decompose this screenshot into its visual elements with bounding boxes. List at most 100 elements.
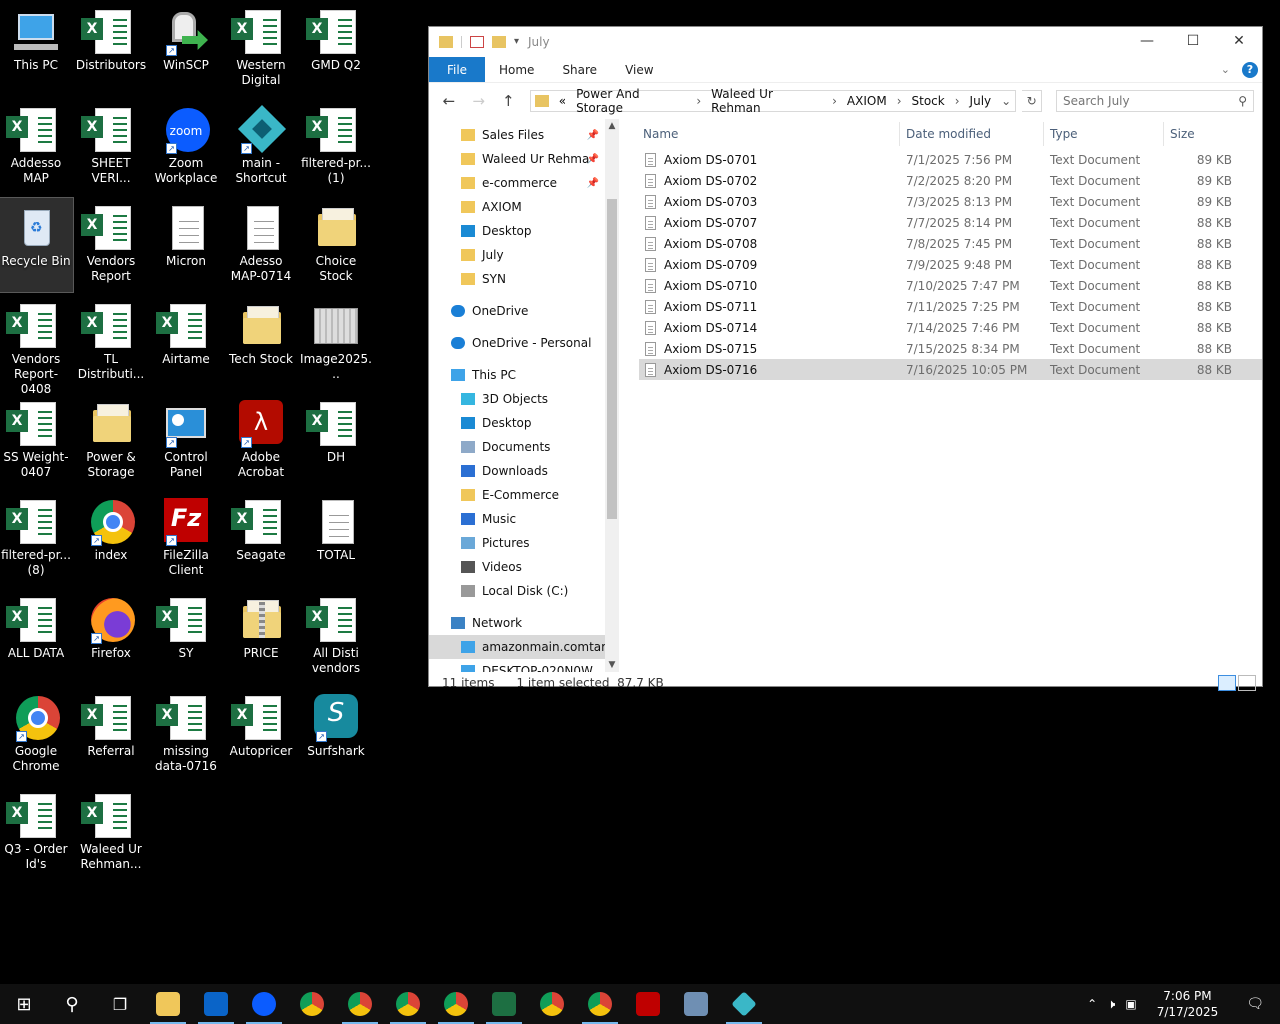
taskbar-chrome-icon[interactable]	[336, 984, 384, 1024]
breadcrumb-waleed-ur-rehman[interactable]: Waleed Ur Rehman	[711, 87, 822, 115]
nav-item[interactable]: DESKTOP-020N0W	[429, 659, 605, 672]
file-row[interactable]: Axiom DS-0711 7/11/2025 7:25 PM Text Docum…	[639, 296, 1262, 317]
address-bar[interactable]: « Power And Storage › Waleed Ur Rehman › AXI…	[530, 87, 1017, 115]
file-row[interactable]: Axiom DS-0702 7/2/2025 8:20 PM Text Docume…	[639, 170, 1262, 191]
nav-item[interactable]: Waleed Ur Rehma 📌	[429, 147, 605, 171]
taskbar-start-icon[interactable]: ⊞	[0, 984, 48, 1024]
desktop-icon-missing-data-0716[interactable]: Xmissing data-0716	[149, 688, 223, 782]
desktop-icon-micron[interactable]: Micron	[149, 198, 223, 292]
nav-item[interactable]: Sales Files 📌	[429, 123, 605, 147]
title-bar[interactable]: ▾ July — ☐ ✕	[429, 27, 1262, 57]
desktop-icon-image2025[interactable]: Image2025...	[299, 296, 373, 390]
scrollbar-thumb[interactable]	[607, 199, 617, 519]
desktop-icon-gmd-q2[interactable]: X GMD Q2	[299, 2, 373, 96]
desktop-icon-tech-stock[interactable]: Tech Stock	[224, 296, 298, 390]
desktop-icon-zoom-workplace[interactable]: zoom ↗ Zoom Workplace	[149, 100, 223, 194]
breadcrumb-overflow[interactable]: «	[559, 94, 566, 108]
taskbar-zoom-icon[interactable]	[240, 984, 288, 1024]
nav-item[interactable]: OneDrive - Personal	[429, 331, 605, 355]
taskbar-outlook-icon[interactable]	[192, 984, 240, 1024]
desktop-icon-referral[interactable]: X Referral	[74, 688, 148, 782]
desktop-icon-choice-stock[interactable]: Choice Stock	[299, 198, 373, 292]
file-row[interactable]: Axiom DS-0707 7/7/2025 8:14 PM Text Docume…	[639, 212, 1262, 233]
taskbar-excel-icon[interactable]	[480, 984, 528, 1024]
file-row[interactable]: Axiom DS-0716 7/16/2025 10:05 PM Text Docu…	[639, 359, 1262, 380]
volume-icon[interactable]: 🕨	[1107, 997, 1115, 1012]
desktop-icon-dh[interactable]: X DH	[299, 394, 373, 488]
desktop-icon-adobe-acrobat[interactable]: λ ↗ Adobe Acrobat	[224, 394, 298, 488]
nav-item[interactable]: SYN	[429, 267, 605, 291]
nav-item[interactable]: Network	[429, 611, 605, 635]
file-row[interactable]: Axiom DS-0714 7/14/2025 7:46 PM Text Docum…	[639, 317, 1262, 338]
properties-icon[interactable]	[470, 36, 484, 48]
desktop-icon-this-pc[interactable]: This PC	[0, 2, 73, 96]
desktop-icon-filezilla-client[interactable]: Fz ↗ FileZilla Client	[149, 492, 223, 586]
nav-item[interactable]: AXIOM	[429, 195, 605, 219]
file-row[interactable]: Axiom DS-0708 7/8/2025 7:45 PM Text Docume…	[639, 233, 1262, 254]
column-date-modified[interactable]: Date modified	[900, 122, 1044, 146]
breadcrumb-chevron-icon[interactable]: ›	[832, 94, 837, 108]
nav-item[interactable]: Local Disk (C:)	[429, 579, 605, 603]
desktop-icon-all-disti-vendors[interactable]: X All Disti vendors	[299, 590, 373, 684]
taskbar-filezilla-icon[interactable]	[624, 984, 672, 1024]
refresh-button[interactable]: ↻	[1022, 90, 1042, 112]
nav-item[interactable]: Desktop	[429, 219, 605, 243]
file-row[interactable]: Axiom DS-0703 7/3/2025 8:13 PM Text Docume…	[639, 191, 1262, 212]
close-button[interactable]: ✕	[1216, 27, 1262, 57]
back-button[interactable]: ←	[437, 92, 461, 110]
tab-home[interactable]: Home	[485, 57, 548, 82]
nav-item[interactable]: Desktop	[429, 411, 605, 435]
breadcrumb-stock[interactable]: Stock	[912, 94, 945, 108]
taskbar-search-icon[interactable]: ⚲	[48, 984, 96, 1024]
notifications-icon[interactable]: 🗨	[1238, 996, 1272, 1012]
taskbar-file-explorer-icon[interactable]	[144, 984, 192, 1024]
desktop-icon-index[interactable]: ↗ index	[74, 492, 148, 586]
taskbar-chrome-icon[interactable]	[432, 984, 480, 1024]
taskbar-chrome-icon[interactable]	[528, 984, 576, 1024]
desktop-icon-firefox[interactable]: ↗ Firefox	[74, 590, 148, 684]
taskbar-chrome-icon[interactable]	[288, 984, 336, 1024]
breadcrumb-power-and-storage[interactable]: Power And Storage	[576, 87, 686, 115]
desktop-icon-addesso-map[interactable]: X Addesso MAP	[0, 100, 73, 194]
taskbar-calculator-icon[interactable]	[672, 984, 720, 1024]
breadcrumb-chevron-icon[interactable]: ›	[696, 94, 701, 108]
taskbar-chrome-icon[interactable]	[384, 984, 432, 1024]
details-view-icon[interactable]	[1218, 675, 1236, 691]
nav-item[interactable]: e-commerce 📌	[429, 171, 605, 195]
nav-item[interactable]: 3D Objects	[429, 387, 605, 411]
new-folder-icon[interactable]	[492, 36, 506, 48]
address-dropdown-icon[interactable]: ⌄	[1001, 94, 1011, 108]
desktop-icon-filtered-pr-1[interactable]: Xfiltered-pr... (1)	[299, 100, 373, 194]
search-input[interactable]	[1063, 94, 1239, 108]
nav-item[interactable]: Music	[429, 507, 605, 531]
help-icon[interactable]: ?	[1242, 61, 1258, 78]
desktop-icon-waleed-ur-rehman[interactable]: X Waleed Ur Rehman...	[74, 786, 148, 880]
nav-item[interactable]: amazonmain.comtar	[429, 635, 605, 659]
show-hidden-icons-icon[interactable]: ⌃	[1087, 997, 1097, 1011]
desktop-icon-winscp[interactable]: ↗ WinSCP	[149, 2, 223, 96]
taskbar-task-view-icon[interactable]: ❐	[96, 984, 144, 1024]
desktop-icon-price[interactable]: PRICE	[224, 590, 298, 684]
desktop-icon-google-chrome[interactable]: ↗ Google Chrome	[0, 688, 73, 782]
minimize-button[interactable]: —	[1124, 27, 1170, 57]
column-name[interactable]: Name	[639, 122, 900, 146]
nav-item[interactable]: OneDrive	[429, 299, 605, 323]
file-row[interactable]: Axiom DS-0715 7/15/2025 8:34 PM Text Docum…	[639, 338, 1262, 359]
breadcrumb-july[interactable]: July	[970, 94, 992, 108]
desktop-icon-all-data[interactable]: X ALL DATA	[0, 590, 73, 684]
nav-item[interactable]: Pictures	[429, 531, 605, 555]
file-row[interactable]: Axiom DS-0701 7/1/2025 7:56 PM Text Docume…	[639, 149, 1262, 170]
desktop-icon-autopricer[interactable]: X Autopricer	[224, 688, 298, 782]
desktop-icon-seagate[interactable]: X Seagate	[224, 492, 298, 586]
desktop-icon-power-storage[interactable]: Power & Storage	[74, 394, 148, 488]
file-row[interactable]: Axiom DS-0709 7/9/2025 9:48 PM Text Docume…	[639, 254, 1262, 275]
breadcrumb-chevron-icon[interactable]: ›	[955, 94, 960, 108]
desktop-icon-sheet-veri[interactable]: X SHEET VERI...	[74, 100, 148, 194]
search-box[interactable]: ⚲	[1056, 90, 1254, 112]
column-size[interactable]: Size	[1164, 122, 1236, 146]
desktop-icon-total[interactable]: TOTAL	[299, 492, 373, 586]
desktop-icon-western-digital[interactable]: X Western Digital	[224, 2, 298, 96]
desktop-icon-main-shortcut[interactable]: ↗ main - Shortcut	[224, 100, 298, 194]
desktop-icon-vendors-report[interactable]: X Vendors Report	[74, 198, 148, 292]
file-row[interactable]: Axiom DS-0710 7/10/2025 7:47 PM Text Docum…	[639, 275, 1262, 296]
